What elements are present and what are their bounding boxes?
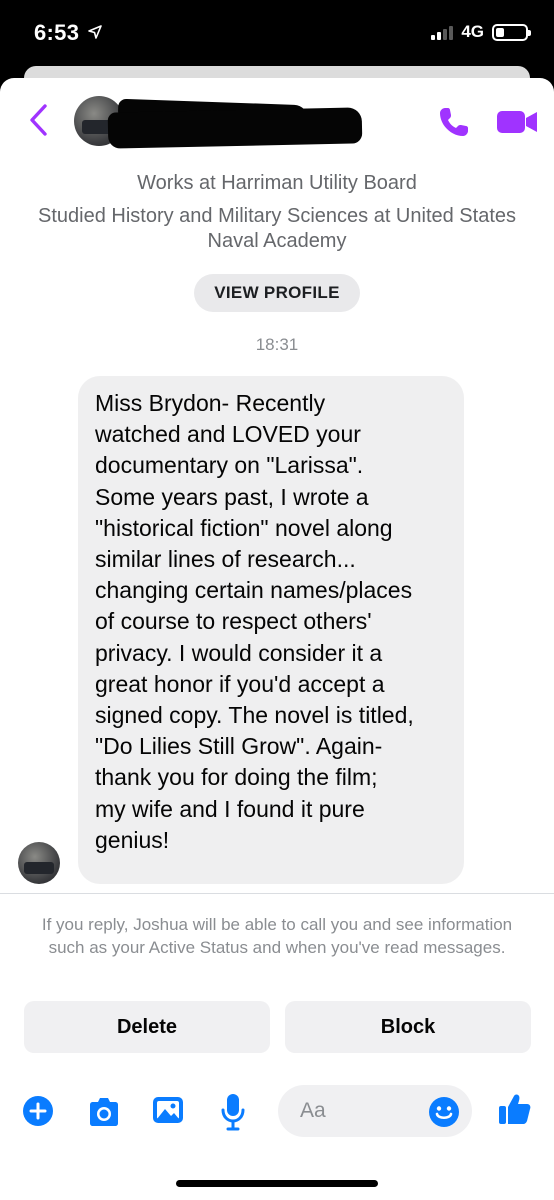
plus-icon[interactable] <box>22 1095 54 1127</box>
phone-icon[interactable] <box>436 104 472 140</box>
sender-avatar[interactable] <box>18 842 60 884</box>
emoji-icon[interactable] <box>428 1096 460 1128</box>
message-timestamp: 18:31 <box>255 335 299 354</box>
composer <box>0 1078 554 1148</box>
battery-icon <box>492 23 531 41</box>
network-type: 4G <box>461 22 484 41</box>
message-bubble[interactable]: Miss Brydon- Recently watched and LOVED … <box>78 376 464 884</box>
signal-icon <box>431 24 454 40</box>
redacted-name <box>107 107 363 149</box>
view-profile-button[interactable]: VIEW PROFILE <box>194 274 360 312</box>
request-notice: If you reply, Joshua will be able to cal… <box>41 915 513 957</box>
status-indicators: 4G <box>431 22 531 42</box>
chat-header <box>0 78 554 164</box>
delete-button[interactable]: Delete <box>24 1001 270 1053</box>
divider <box>0 893 554 894</box>
camera-icon[interactable] <box>86 1096 122 1128</box>
video-camera-icon[interactable] <box>496 106 538 138</box>
conversation-sheet: Works at Harriman Utility Board Studied … <box>0 78 554 1200</box>
location-arrow-icon <box>87 25 102 39</box>
block-button[interactable]: Block <box>285 1001 531 1053</box>
status-bar: 6:53 4G <box>0 0 554 66</box>
home-indicator <box>176 1180 378 1187</box>
status-time: 6:53 <box>34 20 102 46</box>
microphone-icon[interactable] <box>220 1092 246 1132</box>
profile-education: Studied History and Military Sciences at… <box>38 205 516 252</box>
profile-work: Works at Harriman Utility Board <box>137 172 417 194</box>
thumbs-up-icon[interactable] <box>497 1091 533 1127</box>
chevron-left-icon[interactable] <box>26 102 52 138</box>
photo-icon[interactable] <box>151 1094 185 1126</box>
